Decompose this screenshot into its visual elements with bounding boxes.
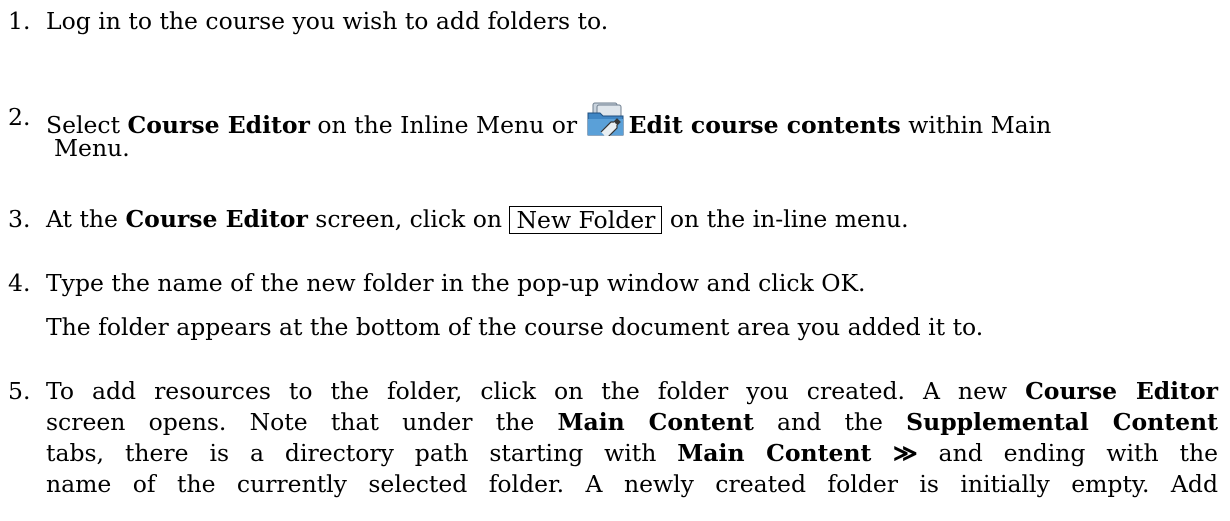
step-number: 1. <box>8 7 31 35</box>
step-text: Log in to the course you wish to add fol… <box>46 7 609 35</box>
step-text: At the Course Editor screen, click on Ne… <box>46 205 909 234</box>
step-text: Type the name of the new folder in the p… <box>46 269 866 297</box>
edit-course-contents-term: Edit course contents <box>628 111 901 139</box>
step-note: The folder appears at the bottom of the … <box>46 313 984 341</box>
step-number: 4. <box>8 269 31 297</box>
main-content-term: Main Content <box>557 408 754 436</box>
step-number: 3. <box>8 205 31 233</box>
step-5: 5. To add resources to the folder, click… <box>8 376 1218 500</box>
step-line-2: screen opens. Note that under the Main C… <box>46 408 1218 436</box>
step-line-3: tabs, there is a directory path starting… <box>46 439 1218 467</box>
step-text: Select Course Editor on the Inline Menu … <box>46 102 1218 144</box>
main-content-path-term: Main Content ≫ <box>677 439 918 467</box>
step-2: 2. Select Course Editor on the Inline Me… <box>8 102 1218 162</box>
step-4-note: The folder appears at the bottom of the … <box>8 312 1218 343</box>
course-editor-term: Course Editor <box>127 111 310 139</box>
supplemental-content-term: Supplemental Content <box>906 408 1218 436</box>
step-number: 5. <box>8 377 31 405</box>
new-folder-button: New Folder <box>509 206 663 234</box>
step-3: 3. At the Course Editor screen, click on… <box>8 204 1218 235</box>
step-4: 4. Type the name of the new folder in th… <box>8 268 1218 299</box>
step-line-1: To add resources to the folder, click on… <box>46 377 1219 405</box>
step-text-continued: Menu. <box>54 134 130 162</box>
step-1: 1. Log in to the course you wish to add … <box>8 6 1218 37</box>
edit-course-contents-icon <box>587 102 627 144</box>
course-editor-term: Course Editor <box>125 205 308 233</box>
course-editor-term: Course Editor <box>1025 377 1219 405</box>
step-number: 2. <box>8 103 31 131</box>
step-line-4: name of the currently selected folder. A… <box>46 470 1218 498</box>
